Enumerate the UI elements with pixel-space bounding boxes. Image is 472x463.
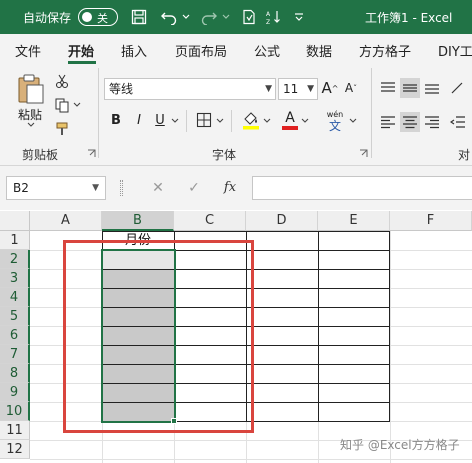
font-name-select[interactable]: 等线 ▼: [104, 78, 276, 100]
shrink-font-label: A: [344, 81, 354, 95]
bold-button[interactable]: B: [108, 110, 124, 130]
decrease-font-size-button[interactable]: Aˇ: [342, 78, 360, 98]
tab-fangfang[interactable]: 方方格子: [359, 41, 411, 60]
align-top-icon[interactable]: [378, 78, 398, 98]
worksheet-grid[interactable]: A B C D E F 1 2 3 4 5 6 7 8 9 10 11 12 月…: [0, 211, 472, 463]
copy-dropdown-icon[interactable]: [72, 100, 82, 110]
underline-button[interactable]: U: [152, 110, 168, 130]
undo-icon[interactable]: [158, 6, 180, 28]
clipboard-group-label: 剪贴板: [22, 148, 59, 162]
chevron-down-icon: ▼: [92, 183, 99, 193]
cut-icon[interactable]: [52, 71, 72, 91]
annotation-highlight-box: [63, 240, 254, 433]
fill-color-icon[interactable]: [240, 108, 262, 132]
tab-insert[interactable]: 插入: [121, 41, 147, 60]
tab-formulas[interactable]: 公式: [254, 41, 280, 60]
paste-icon[interactable]: [14, 72, 48, 106]
svg-text:Z: Z: [266, 19, 270, 25]
undo-dropdown-icon[interactable]: [180, 6, 192, 28]
redo-icon[interactable]: [198, 6, 220, 28]
alignment-group-label: 对: [458, 148, 471, 162]
format-painter-icon[interactable]: [52, 119, 72, 139]
grow-font-label: A: [321, 79, 332, 97]
ribbon-tabs: 文件 开始 插入 页面布局 公式 数据 方方格子 DIY工具: [0, 34, 472, 64]
chevron-down-icon: ▼: [265, 84, 272, 94]
group-divider: [186, 110, 187, 132]
formula-input[interactable]: [252, 176, 472, 200]
enter-icon[interactable]: ✓: [176, 176, 212, 200]
borders-dropdown-icon[interactable]: [215, 116, 225, 126]
tab-home[interactable]: 开始: [68, 41, 94, 60]
font-color-button[interactable]: A: [280, 108, 300, 132]
formula-bar-splitter[interactable]: [120, 180, 123, 196]
align-middle-icon[interactable]: [400, 78, 420, 98]
watermark-text: 知乎 @Excel方方格子: [340, 438, 460, 452]
toggle-knob: [82, 12, 92, 22]
copy-icon[interactable]: [52, 95, 72, 115]
svg-text:A: A: [266, 11, 271, 18]
font-size-value: 11: [283, 82, 299, 96]
phonetic-guide-button[interactable]: wén 文: [322, 108, 348, 134]
tab-page-layout[interactable]: 页面布局: [175, 41, 227, 60]
document-icon[interactable]: [238, 6, 260, 28]
clipboard-launcher-icon[interactable]: [86, 148, 96, 158]
fill-color-dropdown-icon[interactable]: [262, 116, 272, 126]
save-icon[interactable]: [128, 6, 150, 28]
autosave-label: 自动保存: [23, 11, 72, 25]
tab-file[interactable]: 文件: [15, 41, 41, 60]
insert-function-icon[interactable]: fx: [212, 176, 248, 200]
italic-button[interactable]: I: [131, 110, 147, 130]
tab-diy-tools[interactable]: DIY工具: [438, 41, 472, 60]
paste-dropdown-icon[interactable]: [26, 120, 36, 130]
group-divider: [231, 110, 232, 132]
font-color-letter: A: [285, 109, 295, 126]
phonetic-dropdown-icon[interactable]: [348, 116, 358, 126]
align-right-icon[interactable]: [422, 112, 442, 132]
increase-font-size-button[interactable]: A ^: [321, 78, 339, 98]
chevron-down-icon: ▼: [307, 84, 314, 94]
redo-dropdown-icon[interactable]: [220, 6, 232, 28]
cancel-icon[interactable]: ✕: [140, 176, 176, 200]
font-color-dropdown-icon[interactable]: [300, 116, 310, 126]
ribbon-home: 粘贴 剪贴板 等线 ▼ 11 ▼ A ^ Aˇ B I U A wén 文 字体…: [0, 64, 472, 166]
formula-actions: ✕ ✓ fx: [140, 176, 248, 200]
align-center-icon[interactable]: [400, 112, 420, 132]
group-divider: [371, 68, 372, 158]
group-divider: [98, 68, 99, 158]
sort-ascending-icon[interactable]: AZ: [264, 6, 286, 28]
phonetic-top: wén: [326, 109, 344, 119]
borders-icon[interactable]: [194, 110, 214, 130]
font-launcher-icon[interactable]: [358, 148, 368, 158]
name-box[interactable]: B2 ▼: [6, 176, 106, 200]
autosave-toggle[interactable]: 关: [78, 8, 118, 26]
align-bottom-icon[interactable]: [422, 78, 442, 98]
toggle-state: 关: [97, 12, 108, 25]
orientation-icon[interactable]: [448, 78, 468, 98]
font-color-swatch: [282, 125, 298, 130]
underline-dropdown-icon[interactable]: [170, 116, 180, 126]
customize-qat-icon[interactable]: [288, 6, 310, 28]
align-left-icon[interactable]: [378, 112, 398, 132]
font-group-label: 字体: [212, 148, 237, 162]
formula-bar: B2 ▼ ✕ ✓ fx: [0, 166, 472, 210]
font-size-select[interactable]: 11 ▼: [278, 78, 318, 100]
title-bar: 自动保存 关 AZ 工作簿1 - Excel: [0, 0, 472, 34]
decrease-indent-icon[interactable]: [448, 112, 468, 132]
tab-data[interactable]: 数据: [306, 41, 332, 60]
font-name-value: 等线: [109, 82, 134, 96]
window-title: 工作簿1 - Excel: [365, 11, 453, 25]
name-box-value: B2: [13, 181, 29, 195]
phonetic-bottom: 文: [328, 118, 341, 133]
